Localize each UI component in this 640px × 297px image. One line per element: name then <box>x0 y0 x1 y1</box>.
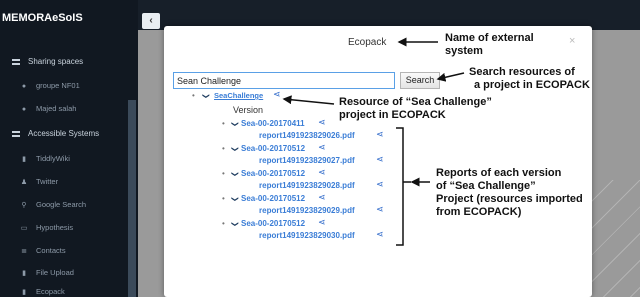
annotation-arrows <box>282 37 465 246</box>
arrow-search-resources <box>436 72 465 82</box>
arrow-resource <box>282 95 335 105</box>
bracket-reports <box>396 127 411 246</box>
